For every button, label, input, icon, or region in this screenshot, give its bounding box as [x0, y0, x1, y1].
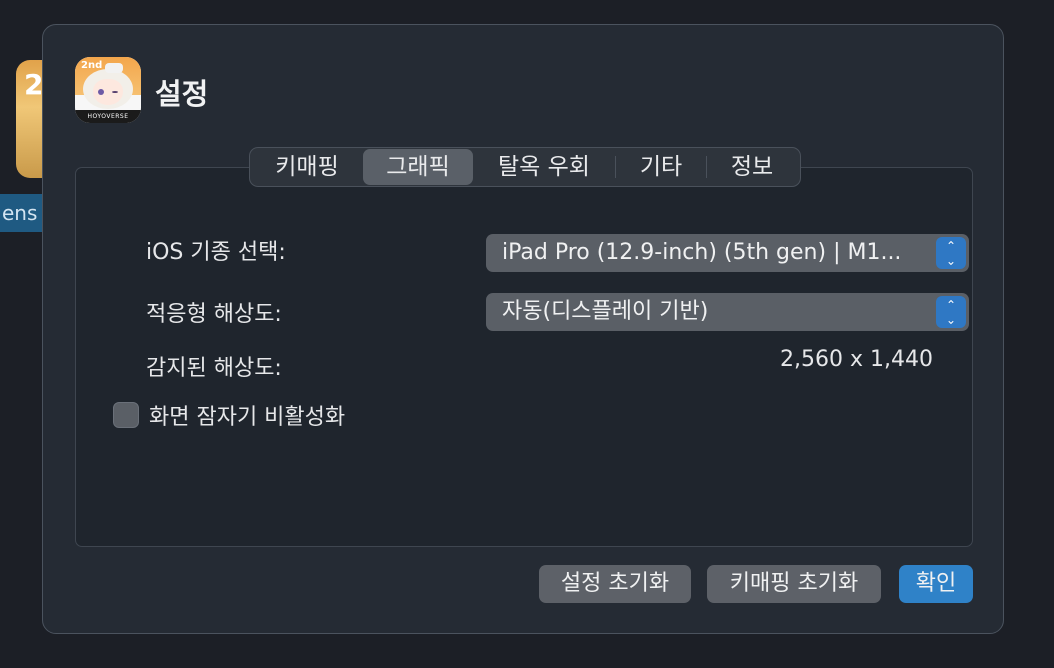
chevron-up-down-icon[interactable]: ⌃ ⌃: [936, 237, 966, 269]
app-icon-crown: [105, 63, 123, 73]
tab-graphics[interactable]: 그래픽: [363, 149, 473, 185]
detected-resolution-label: 감지된 해상도:: [146, 356, 282, 381]
tab-bar: 키매핑 그래픽 탈옥 우회 기타 정보: [249, 147, 801, 187]
app-icon-brand: HOYOVERSE: [75, 110, 141, 123]
reset-keymapping-button[interactable]: 키매핑 초기화: [707, 565, 881, 603]
disable-screen-lock-row[interactable]: 화면 잠자기 비활성화: [113, 399, 345, 431]
app-icon: 2nd HOYOVERSE: [75, 57, 141, 123]
background-app-icon: 2: [16, 60, 42, 178]
background-label-text: ens: [2, 201, 38, 225]
dialog-title: 설정: [155, 77, 209, 111]
reset-settings-button[interactable]: 설정 초기화: [539, 565, 691, 603]
adaptive-resolution-select[interactable]: 자동(디스플레이 기반) ⌃ ⌃: [486, 293, 969, 331]
detected-resolution-value: 2,560 x 1,440: [780, 347, 933, 372]
disable-screen-lock-checkbox[interactable]: [113, 402, 139, 428]
adaptive-resolution-value: 자동(디스플레이 기반): [502, 299, 709, 324]
confirm-button[interactable]: 확인: [899, 565, 973, 603]
tab-other[interactable]: 기타: [616, 149, 706, 185]
app-icon-eye-left: [98, 89, 104, 95]
ios-model-select[interactable]: iPad Pro (12.9-inch) (5th gen) | M1... ⌃…: [486, 234, 969, 272]
settings-dialog: 2nd HOYOVERSE 설정 iOS 기종 선택: iPad Pro (12…: [42, 24, 1004, 634]
ios-model-label: iOS 기종 선택:: [146, 240, 286, 265]
ios-model-value: iPad Pro (12.9-inch) (5th gen) | M1...: [502, 240, 902, 265]
app-icon-badge: 2nd: [81, 60, 103, 71]
background-app-icon-glyph: 2: [24, 68, 42, 101]
chevron-up-down-icon[interactable]: ⌃ ⌃: [936, 296, 966, 328]
tab-jailbreak-bypass[interactable]: 탈옥 우회: [473, 149, 615, 185]
disable-screen-lock-label: 화면 잠자기 비활성화: [149, 405, 346, 430]
background-selected-label: ens: [0, 194, 42, 232]
adaptive-resolution-label: 적응형 해상도:: [146, 302, 282, 327]
tab-info[interactable]: 정보: [707, 149, 797, 185]
tab-keymapping[interactable]: 키매핑: [251, 149, 363, 185]
app-icon-eye-right: [112, 91, 118, 93]
